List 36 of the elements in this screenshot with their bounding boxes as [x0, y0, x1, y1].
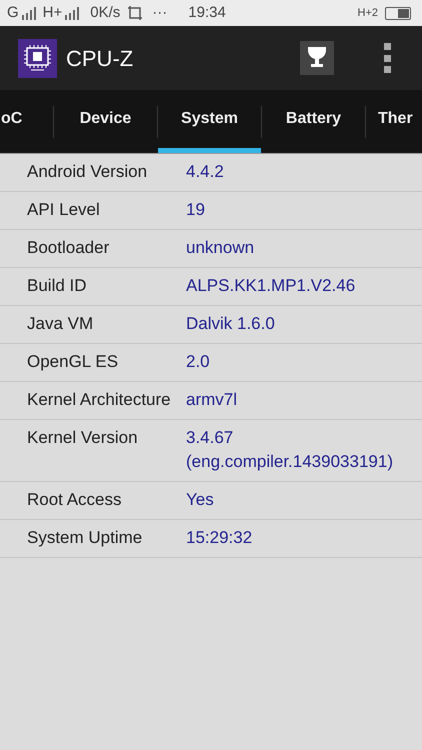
property-value: armv7l: [186, 389, 238, 411]
tab[interactable]: oC: [0, 90, 53, 153]
property-value: 19: [186, 199, 205, 221]
property-label: Java VM: [27, 313, 94, 334]
property-label: Kernel Architecture: [27, 389, 172, 410]
property-value: 15:29:32: [186, 527, 252, 549]
tab[interactable]: Device: [54, 90, 157, 153]
more-notifications: ···: [152, 2, 168, 23]
battery-icon: [385, 6, 411, 20]
tab[interactable]: Ther: [366, 90, 422, 153]
tab[interactable]: Battery: [262, 90, 365, 153]
property-label: API Level: [27, 199, 101, 220]
property-value: Dalvik 1.6.0: [186, 313, 275, 335]
trophy-button[interactable]: [300, 41, 334, 75]
property-label: System Uptime: [27, 527, 144, 548]
clock: 19:34: [188, 2, 226, 23]
app-logo-icon: [18, 38, 57, 78]
network-speed: 0K/s: [90, 2, 120, 23]
overflow-menu-button[interactable]: [384, 43, 392, 73]
property-value: ALPS.KK1.MP1.V2.46: [186, 275, 356, 297]
property-label: Build ID: [27, 275, 88, 296]
property-value: unknown: [186, 237, 254, 259]
property-value: 4.4.2: [186, 161, 224, 183]
property-label: Bootloader: [27, 237, 110, 258]
property-label: Kernel Version: [27, 427, 139, 448]
property-label: OpenGL ES: [27, 351, 120, 372]
property-value: 3.4.67 (eng.compiler.1439033191): [186, 427, 393, 473]
network-type-label: H+2: [358, 6, 378, 21]
property-value: 2.0: [186, 351, 210, 373]
property-value: Yes: [186, 489, 214, 511]
property-label: Android Version: [27, 161, 148, 182]
network-type-label: H+: [42, 2, 62, 23]
network-type-label: G: [7, 2, 19, 23]
property-label: Root Access: [27, 489, 122, 510]
app-title: CPU-Z: [66, 44, 134, 72]
screenshot-icon: [127, 5, 144, 21]
